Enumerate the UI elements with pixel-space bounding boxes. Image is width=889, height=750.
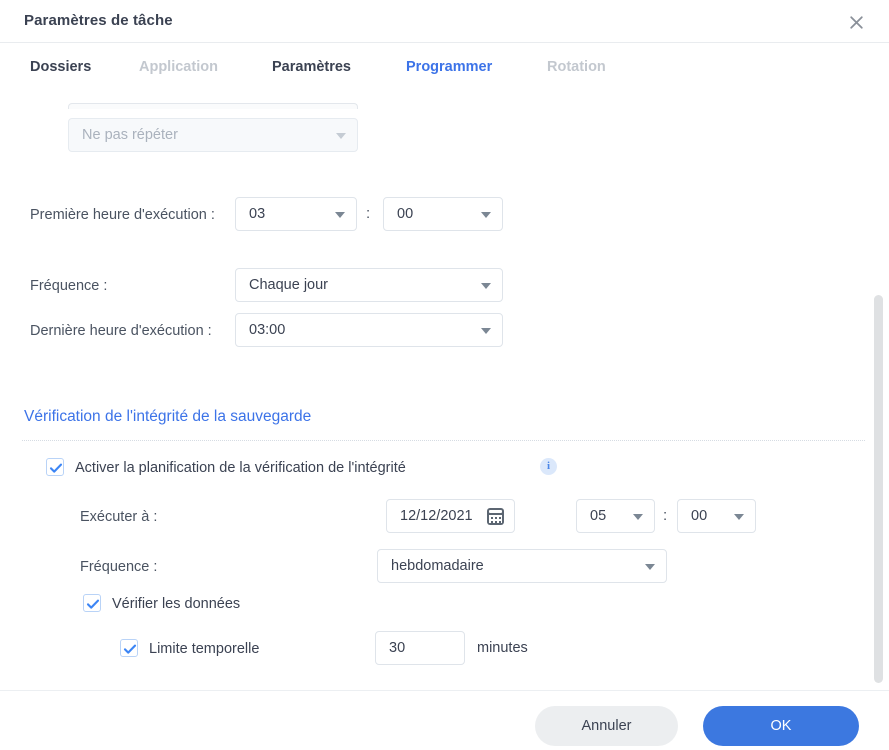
dialog-title: Paramètres de tâche <box>24 12 173 29</box>
run-at-minute-select[interactable]: 00 <box>677 499 756 533</box>
run-at-time-separator: : <box>663 507 668 524</box>
integrity-frequency-value: hebdomadaire <box>391 558 484 574</box>
tab-bar: Dossiers Application Paramètres Programm… <box>0 43 889 141</box>
dialog-footer: Annuler OK <box>0 690 889 750</box>
time-limit-label[interactable]: Limite temporelle <box>149 639 259 659</box>
schedule-frequency-label: Fréquence : <box>30 278 108 294</box>
chevron-down-icon <box>335 212 345 218</box>
task-settings-dialog: Paramètres de tâche Dossiers Application… <box>0 0 889 750</box>
enable-integrity-checkbox[interactable] <box>46 458 64 476</box>
first-run-minute-select[interactable]: 00 <box>383 197 503 231</box>
integrity-section-title: Vérification de l'intégrité de la sauveg… <box>24 408 312 425</box>
enable-integrity-label[interactable]: Activer la planification de la vérificat… <box>75 458 406 478</box>
chevron-down-icon <box>336 133 346 139</box>
chevron-down-icon <box>481 328 491 334</box>
repeat-select: Ne pas répéter <box>68 118 358 152</box>
first-run-time-separator: : <box>366 205 371 222</box>
repeat-select-value: Ne pas répéter <box>82 127 178 143</box>
run-at-date-field[interactable]: 12/12/2021 <box>386 499 515 533</box>
chevron-down-icon <box>645 564 655 570</box>
chevron-down-icon <box>633 514 643 520</box>
run-at-date-value: 12/12/2021 <box>400 508 473 524</box>
tab-dossiers[interactable]: Dossiers <box>30 59 91 75</box>
dialog-titlebar: Paramètres de tâche <box>0 0 889 43</box>
integrity-frequency-label: Fréquence : <box>80 559 158 575</box>
time-limit-value: 30 <box>389 640 406 656</box>
section-divider <box>22 440 865 441</box>
run-at-hour-value: 05 <box>590 508 607 524</box>
close-icon[interactable] <box>843 9 869 35</box>
content-scrollbar-track[interactable] <box>874 98 886 690</box>
tab-application: Application <box>139 59 218 75</box>
run-at-minute-value: 00 <box>691 508 708 524</box>
tab-programmer[interactable]: Programmer <box>406 59 492 75</box>
info-icon-glyph: i <box>546 460 551 472</box>
tab-rotation: Rotation <box>547 59 606 75</box>
last-run-value: 03:00 <box>249 322 286 338</box>
settings-scroll-content: Ne pas répéter Première heure d'exécutio… <box>0 98 889 690</box>
schedule-frequency-select[interactable]: Chaque jour <box>235 268 503 302</box>
time-limit-unit: minutes <box>477 640 528 656</box>
schedule-frequency-value: Chaque jour <box>249 277 328 293</box>
run-at-hour-select[interactable]: 05 <box>576 499 655 533</box>
tab-parametres[interactable]: Paramètres <box>272 59 351 75</box>
content-scrollbar-thumb[interactable] <box>874 295 883 683</box>
calendar-icon[interactable] <box>487 508 504 525</box>
first-run-label: Première heure d'exécution : <box>30 207 215 223</box>
verify-data-checkbox[interactable] <box>83 594 101 612</box>
run-at-label: Exécuter à : <box>80 509 158 525</box>
cancel-button[interactable]: Annuler <box>535 706 678 746</box>
chevron-down-icon <box>734 514 744 520</box>
first-run-hour-select[interactable]: 03 <box>235 197 357 231</box>
chevron-down-icon <box>481 283 491 289</box>
chevron-down-icon <box>481 212 491 218</box>
verify-data-label[interactable]: Vérifier les données <box>112 594 240 614</box>
info-icon[interactable]: i <box>540 458 557 475</box>
last-run-select[interactable]: 03:00 <box>235 313 503 347</box>
clipped-field-above <box>68 103 358 109</box>
ok-button[interactable]: OK <box>703 706 859 746</box>
time-limit-checkbox[interactable] <box>120 639 138 657</box>
first-run-hour-value: 03 <box>249 206 266 222</box>
time-limit-input[interactable]: 30 <box>375 631 465 665</box>
first-run-minute-value: 00 <box>397 206 414 222</box>
last-run-label: Dernière heure d'exécution : <box>30 323 212 339</box>
integrity-frequency-select[interactable]: hebdomadaire <box>377 549 667 583</box>
